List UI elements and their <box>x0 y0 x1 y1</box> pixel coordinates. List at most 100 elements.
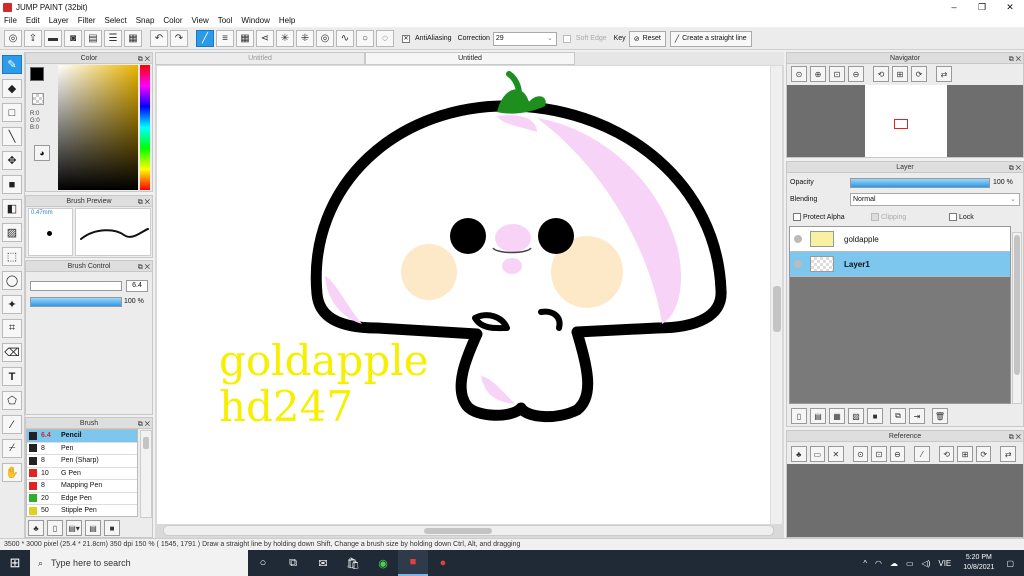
menu-select[interactable]: Select <box>104 16 126 25</box>
merge-layer-icon[interactable]: ⇥ <box>909 408 925 424</box>
dropper-tool-icon[interactable]: ⌿ <box>2 439 22 458</box>
brush-item-pencil[interactable]: 6.4 Pencil <box>27 430 137 443</box>
snap-off-icon[interactable]: ╱ <box>196 30 214 47</box>
fit-window-icon[interactable]: ⊞ <box>892 66 908 82</box>
protect-alpha-checkbox[interactable] <box>793 213 801 221</box>
straight-line-button[interactable]: ╱ Create a straight line <box>669 30 752 47</box>
new-icon[interactable]: ◎ <box>4 30 22 47</box>
soft-edge-checkbox[interactable] <box>562 34 571 43</box>
tab-untitled-2[interactable]: Untitled <box>365 52 575 65</box>
speech-icon[interactable]: ▬ <box>44 30 62 47</box>
notification-icon[interactable]: ▢ <box>1006 559 1014 568</box>
menu-tool[interactable]: Tool <box>218 16 233 25</box>
maximize-button[interactable]: ❐ <box>968 0 996 14</box>
layer-opacity-slider[interactable] <box>850 178 990 188</box>
select-pen-icon[interactable]: ⌗ <box>2 319 22 338</box>
transparent-color-icon[interactable] <box>32 93 44 105</box>
panel-close-icon[interactable]: ⧉ ✕ <box>138 262 150 273</box>
reset-button[interactable]: ⊘ Reset <box>628 30 666 47</box>
lock-toggle[interactable]: Lock <box>949 213 974 221</box>
brush-item-stipple-pen[interactable]: 50 Stipple Pen <box>27 505 137 516</box>
reference-image-area[interactable] <box>787 464 1023 537</box>
canvas-horizontal-scrollbar[interactable] <box>163 525 774 536</box>
panel-close-icon[interactable]: ⧉ ✕ <box>138 197 150 208</box>
antialiasing-checkbox[interactable]: ✕ <box>402 34 410 43</box>
windows-start-icon[interactable]: ⊞ <box>0 550 30 576</box>
navigator-viewport[interactable] <box>894 119 908 129</box>
export-icon[interactable]: ⇪ <box>24 30 42 47</box>
select-eraser-icon[interactable]: ⌫ <box>2 343 22 362</box>
grid-list-icon[interactable]: ▦ <box>124 30 142 47</box>
snap-grid-icon[interactable]: ▦ <box>236 30 254 47</box>
ref-zoom-actual-icon[interactable]: ⊡ <box>871 446 887 462</box>
brush-item-pen[interactable]: 8 Pen <box>27 442 137 455</box>
redo-icon[interactable]: ↷ <box>170 30 188 47</box>
ref-zoom-out-icon[interactable]: ⊖ <box>889 446 906 462</box>
list-icon[interactable]: ☰ <box>104 30 122 47</box>
menu-file[interactable]: File <box>4 16 17 25</box>
menu-snap[interactable]: Snap <box>136 16 155 25</box>
navigator-preview[interactable] <box>787 85 1023 157</box>
snap-vanish-icon[interactable]: ⁜ <box>296 30 314 47</box>
language-indicator[interactable]: VIE <box>938 559 951 568</box>
store-icon[interactable]: 🛍 <box>338 550 368 576</box>
rotate-right-icon[interactable]: ⟳ <box>911 66 927 82</box>
panel-close-icon[interactable]: ⧉ ✕ <box>138 54 150 65</box>
brush-size-value[interactable]: 6.4 <box>126 280 148 292</box>
ref-eyedropper-icon[interactable]: ⁄ <box>914 446 930 462</box>
menu-filter[interactable]: Filter <box>78 16 96 25</box>
comment-icon[interactable]: ◙ <box>64 30 82 47</box>
brush-opacity-slider[interactable] <box>30 297 122 307</box>
hand-tool-icon[interactable]: ✋ <box>2 463 22 482</box>
operation-tool-icon[interactable]: ⬠ <box>2 391 22 410</box>
brush-size-slider[interactable] <box>30 281 122 291</box>
visibility-icon[interactable] <box>794 235 802 243</box>
snap-circle-icon[interactable]: ○ <box>356 30 374 47</box>
menu-color[interactable]: Color <box>163 16 182 25</box>
brush-menu-icon[interactable]: ▤▾ <box>66 520 82 536</box>
snap-spiral-icon[interactable]: ◌ <box>376 30 394 47</box>
cortana-icon[interactable]: ○ <box>248 550 278 576</box>
reference-settings-icon[interactable]: ♣ <box>791 446 807 462</box>
close-image-icon[interactable]: ✕ <box>828 446 844 462</box>
brush-item-edge-pen[interactable]: 20 Edge Pen <box>27 492 137 505</box>
zoom-actual-icon[interactable]: ⊡ <box>829 66 845 82</box>
network-icon[interactable]: ◠ <box>875 559 882 568</box>
jump-paint-taskbar-icon[interactable]: ■ <box>398 550 428 576</box>
eraser-tool-icon[interactable]: ◆ <box>2 79 22 98</box>
panel-close-icon[interactable]: ⧉ ✕ <box>138 419 150 430</box>
fill-rect-tool-icon[interactable]: ■ <box>2 175 22 194</box>
line-tool-icon[interactable]: ╲ <box>2 127 22 146</box>
copy-brush-icon[interactable]: ▤ <box>85 520 101 536</box>
move-tool-icon[interactable]: ✥ <box>2 151 22 170</box>
duplicate-layer-icon[interactable]: ⧉ <box>890 408 906 424</box>
select-rect-icon[interactable]: ⬚ <box>2 247 22 266</box>
flip-icon[interactable]: ⇄ <box>936 66 952 82</box>
mail-icon[interactable]: ✉ <box>308 550 338 576</box>
onedrive-icon[interactable]: ☁ <box>890 559 898 568</box>
volume-icon[interactable]: ◁) <box>922 559 931 568</box>
layer-list-scrollbar[interactable] <box>1012 232 1022 404</box>
new-brush-icon[interactable]: ▯ <box>47 520 63 536</box>
text-tool-icon[interactable]: T <box>2 367 22 386</box>
ref-flip-icon[interactable]: ⇄ <box>1000 446 1017 462</box>
minimize-button[interactable]: – <box>940 0 968 14</box>
clock[interactable]: 5:20 PM 10/8/2021 <box>963 553 994 573</box>
panel-close-icon[interactable]: ⧉ ✕ <box>1009 432 1021 443</box>
gradient-tool-icon[interactable]: ▨ <box>2 223 22 242</box>
ref-fit-icon[interactable]: ⊞ <box>957 446 973 462</box>
foreground-color-swatch[interactable] <box>30 67 44 81</box>
rectangle-tool-icon[interactable]: □ <box>2 103 22 122</box>
menu-layer[interactable]: Layer <box>49 16 69 25</box>
ref-rotate-right-icon[interactable]: ⟳ <box>975 446 992 462</box>
layer-row-goldapple[interactable]: goldapple <box>790 227 1010 252</box>
brush-item-pen-sharp[interactable]: 8 Pen (Sharp) <box>27 455 137 468</box>
drawing-canvas[interactable]: goldapple hd247 <box>157 66 770 524</box>
protect-alpha-toggle[interactable]: Protect Alpha <box>793 213 845 221</box>
magic-wand-icon[interactable]: ✦ <box>2 295 22 314</box>
brush-folder-icon[interactable]: ■ <box>104 520 120 536</box>
new-folder-icon[interactable]: ■ <box>867 408 883 424</box>
canvas-vertical-scrollbar[interactable] <box>770 66 782 524</box>
undo-icon[interactable]: ↶ <box>150 30 168 47</box>
hue-slider[interactable] <box>140 65 150 190</box>
